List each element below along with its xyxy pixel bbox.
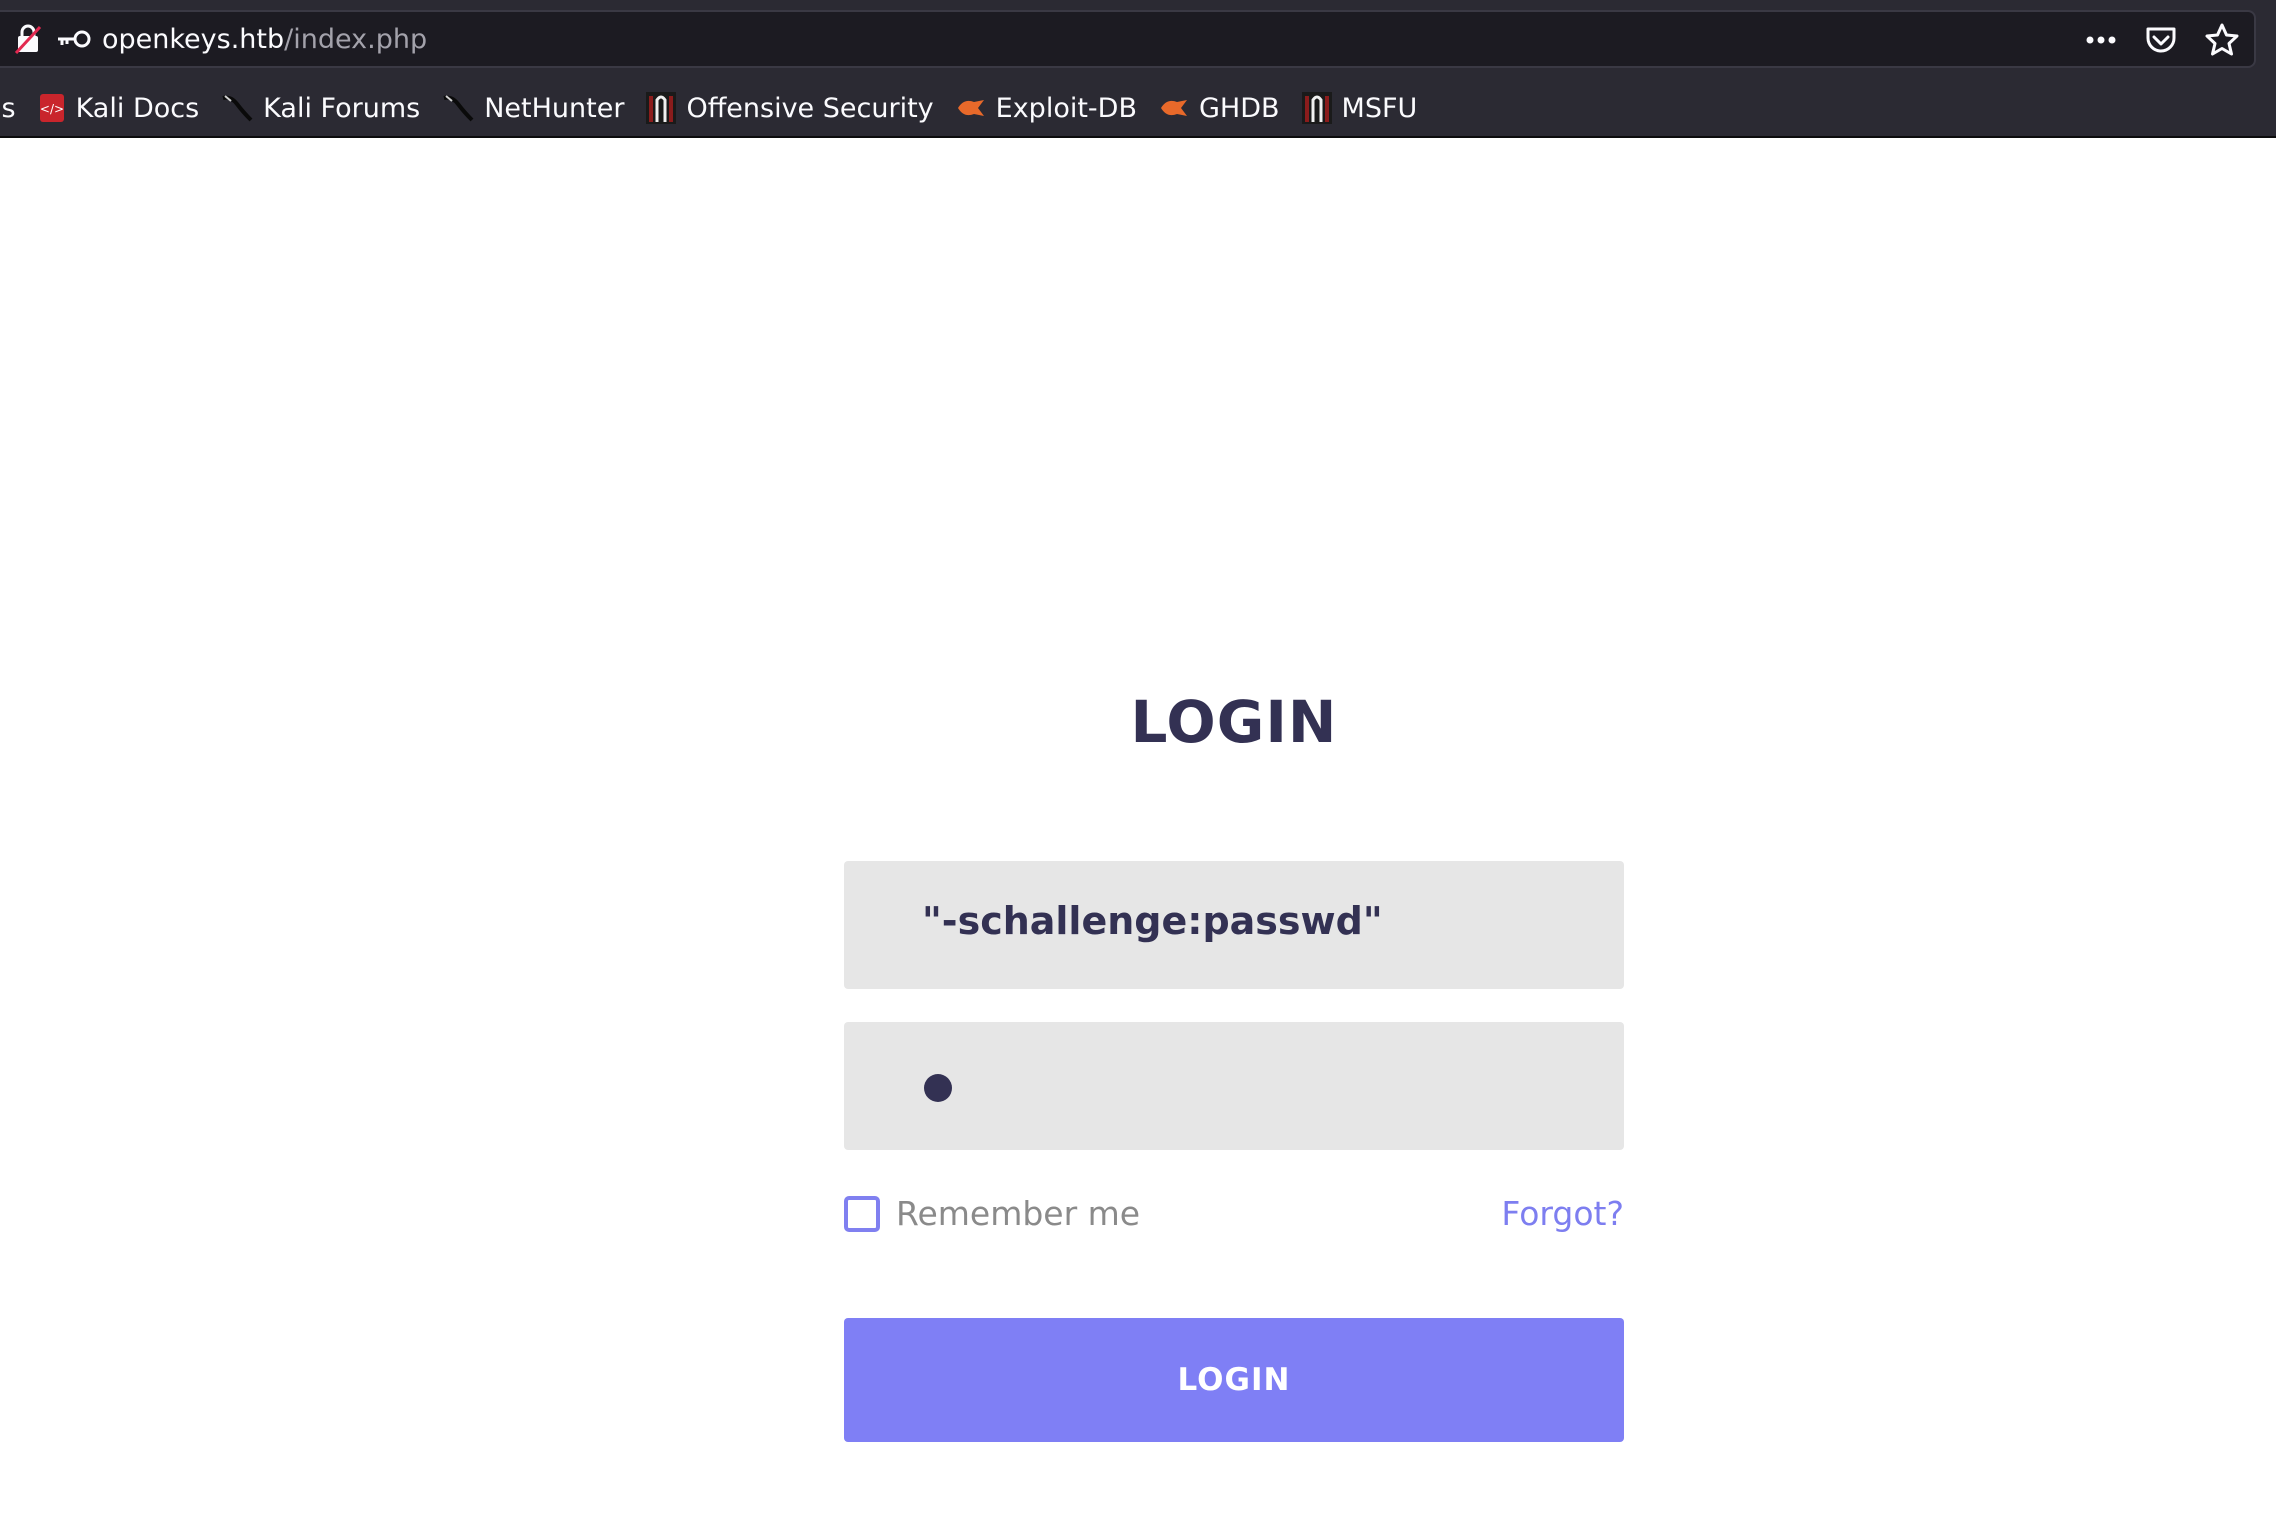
forgot-password-link[interactable]: Forgot? bbox=[1501, 1194, 1624, 1233]
bookmark-item-tools-truncated[interactable]: ls bbox=[0, 93, 16, 124]
bookmark-item-msfu[interactable]: MSFU bbox=[1301, 92, 1418, 124]
bookmark-label: ls bbox=[0, 92, 16, 124]
remember-me-checkbox[interactable] bbox=[844, 1196, 880, 1232]
browser-chrome: openkeys.htb/index.php s </> Kali Docs K… bbox=[0, 0, 2276, 138]
username-value: "-schallenge:passwd" bbox=[922, 899, 1383, 943]
url-actions bbox=[2084, 22, 2240, 62]
exploitdb-icon bbox=[1159, 96, 1189, 120]
login-options-row: Remember me Forgot? bbox=[844, 1194, 1624, 1234]
page-title: LOGIN bbox=[1130, 688, 1338, 756]
login-button[interactable]: LOGIN bbox=[844, 1318, 1624, 1442]
bookmark-item-exploit-db[interactable]: Exploit-DB bbox=[956, 93, 1137, 124]
bookmark-star-icon[interactable] bbox=[2204, 22, 2240, 62]
bookmark-item-kali-docs[interactable]: </> Kali Docs bbox=[38, 92, 200, 124]
insecure-lock-icon[interactable] bbox=[14, 24, 42, 58]
bookmark-label: NetHunter bbox=[484, 92, 625, 124]
bookmark-label: Offensive Security bbox=[686, 92, 934, 124]
kali-dragon-icon bbox=[221, 92, 253, 124]
key-icon[interactable] bbox=[56, 28, 92, 54]
pocket-icon[interactable] bbox=[2144, 23, 2178, 61]
bookmark-item-nethunter[interactable]: NetHunter bbox=[442, 92, 624, 124]
more-actions-icon[interactable] bbox=[2084, 23, 2118, 61]
offsec-icon bbox=[1301, 92, 1332, 124]
kali-docs-icon: </> bbox=[38, 92, 66, 124]
bookmark-item-offensive-security[interactable]: Offensive Security bbox=[646, 92, 934, 124]
bookmark-label: GHDB bbox=[1198, 92, 1280, 124]
kali-dragon-icon bbox=[442, 92, 474, 124]
login-page: LOGIN "-schallenge:passwd" Remember me F… bbox=[0, 138, 2276, 1528]
bookmark-label: MSFU bbox=[1341, 92, 1418, 124]
bookmark-label: Exploit-DB bbox=[995, 92, 1137, 124]
exploitdb-icon bbox=[956, 96, 986, 120]
offsec-icon bbox=[646, 92, 677, 124]
password-field[interactable] bbox=[844, 1022, 1624, 1150]
bookmark-item-ghdb[interactable]: GHDB bbox=[1159, 93, 1280, 124]
url-host: openkeys.htb bbox=[102, 24, 285, 55]
bookmark-item-kali-forums[interactable]: Kali Forums bbox=[221, 92, 420, 124]
bookmark-label: Kali Docs bbox=[75, 92, 200, 124]
svg-text:</>: </> bbox=[40, 102, 64, 116]
bookmarks-toolbar: ls </> Kali Docs Kali Forums bbox=[0, 84, 1439, 132]
address-bar[interactable]: openkeys.htb/index.php bbox=[0, 10, 2256, 68]
url-text[interactable]: openkeys.htb/index.php bbox=[102, 24, 427, 56]
username-field[interactable]: "-schallenge:passwd" bbox=[844, 861, 1624, 989]
remember-me-label[interactable]: Remember me bbox=[896, 1194, 1140, 1233]
url-path: /index.php bbox=[284, 24, 428, 55]
password-mask-dot bbox=[924, 1074, 952, 1102]
url-status-icons bbox=[14, 24, 92, 58]
bookmark-label: Kali Forums bbox=[263, 92, 421, 124]
